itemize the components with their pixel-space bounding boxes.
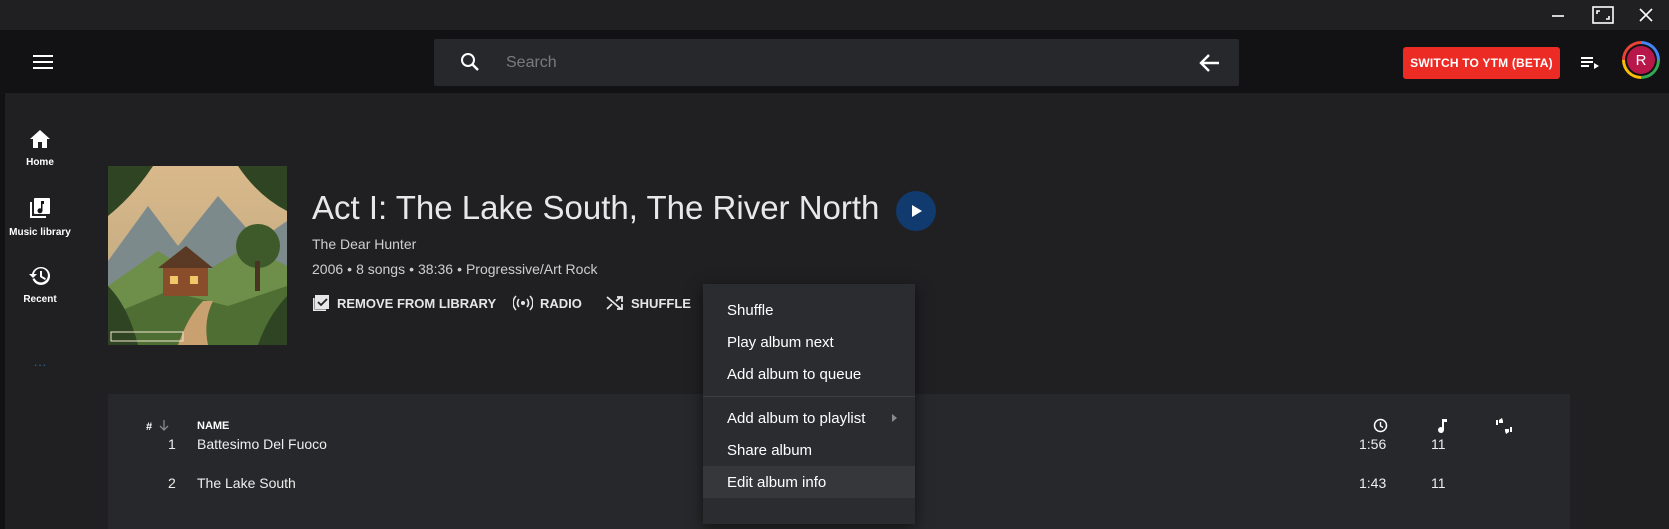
menu-item-add-album-to-playlist[interactable]: Add album to playlist <box>703 402 915 434</box>
album-genre[interactable]: Progressive/Art Rock <box>466 261 597 277</box>
track-name: The Lake South <box>197 475 296 491</box>
album-context-menu: Shuffle Play album next Add album to que… <box>703 284 915 524</box>
sidebar-item-label: Home <box>26 157 54 168</box>
album-song-count: 8 songs <box>356 261 406 277</box>
app-header: SWITCH TO YTM (BETA) R <box>5 30 1669 93</box>
sidebar-more[interactable]: ... <box>34 355 47 369</box>
track-duration: 1:43 <box>1359 475 1387 491</box>
avatar-initial: R <box>1627 46 1655 74</box>
album-art <box>108 166 287 345</box>
window-titlebar <box>0 0 1669 30</box>
shuffle-label: SHUFFLE <box>631 295 691 311</box>
album-title: Act I: The Lake South, The River North <box>312 189 880 226</box>
menu-item-add-album-to-queue[interactable]: Add album to queue <box>703 358 915 390</box>
album-year: 2006 <box>312 261 344 277</box>
search-bar <box>434 39 1239 86</box>
search-icon[interactable] <box>460 52 480 77</box>
remove-from-library-label: REMOVE FROM LIBRARY <box>337 295 497 311</box>
sidebar-item-music-library[interactable]: Music library <box>5 197 75 238</box>
home-icon <box>29 130 51 153</box>
album-artist-link[interactable]: The Dear Hunter <box>312 236 416 252</box>
menu-item-edit-album-info[interactable]: Edit album info <box>703 466 915 498</box>
avatar[interactable]: R <box>1622 41 1660 79</box>
track-name: Battesimo Del Fuoco <box>197 436 327 452</box>
meta-separator: • <box>409 261 415 277</box>
remove-from-library-button[interactable]: REMOVE FROM LIBRARY <box>312 292 496 314</box>
menu-item-shuffle[interactable]: Shuffle <box>703 294 915 326</box>
track-plays: 11 <box>1431 436 1446 452</box>
search-input[interactable] <box>506 39 1066 86</box>
queue-music-icon[interactable] <box>1578 51 1602 75</box>
library-check-icon <box>313 295 329 311</box>
sidebar-item-recent[interactable]: Recent <box>5 266 75 305</box>
switch-to-ytm-button[interactable]: SWITCH TO YTM (BETA) <box>1403 47 1560 79</box>
meta-separator: • <box>347 261 353 277</box>
shuffle-button[interactable]: SHUFFLE <box>606 292 691 314</box>
radio-button[interactable]: RADIO <box>513 292 582 314</box>
sidebar-item-label: Recent <box>23 294 57 305</box>
album-meta: 2006 • 8 songs • 38:36 • Progressive/Art Rock <box>312 261 597 277</box>
sidebar-item-home[interactable]: Home <box>5 129 75 168</box>
track-plays: 11 <box>1431 475 1446 491</box>
close-icon[interactable] <box>1623 0 1669 30</box>
menu-item-label: Add album to playlist <box>727 409 866 427</box>
library-music-icon <box>29 198 51 223</box>
radio-label: RADIO <box>540 295 582 311</box>
hamburger-menu-icon[interactable] <box>28 47 58 77</box>
sidebar-item-label: Music library <box>9 227 71 238</box>
track-number: 2 <box>168 475 176 491</box>
track-number: 1 <box>168 436 176 452</box>
menu-item-play-album-next[interactable]: Play album next <box>703 326 915 358</box>
submenu-arrow-icon <box>892 414 897 422</box>
track-duration: 1:56 <box>1359 436 1387 452</box>
meta-separator: • <box>457 261 462 277</box>
menu-item-share-album[interactable]: Share album <box>703 434 915 466</box>
menu-divider <box>703 396 915 397</box>
restore-icon[interactable] <box>1580 0 1626 30</box>
radio-icon <box>513 295 533 311</box>
arrow-back-icon[interactable] <box>1197 50 1223 76</box>
play-album-button[interactable] <box>896 191 936 231</box>
album-duration: 38:36 <box>418 261 454 277</box>
play-icon <box>912 205 922 217</box>
history-icon <box>29 266 51 290</box>
shuffle-icon <box>606 296 623 310</box>
minimize-icon[interactable] <box>1535 0 1581 30</box>
